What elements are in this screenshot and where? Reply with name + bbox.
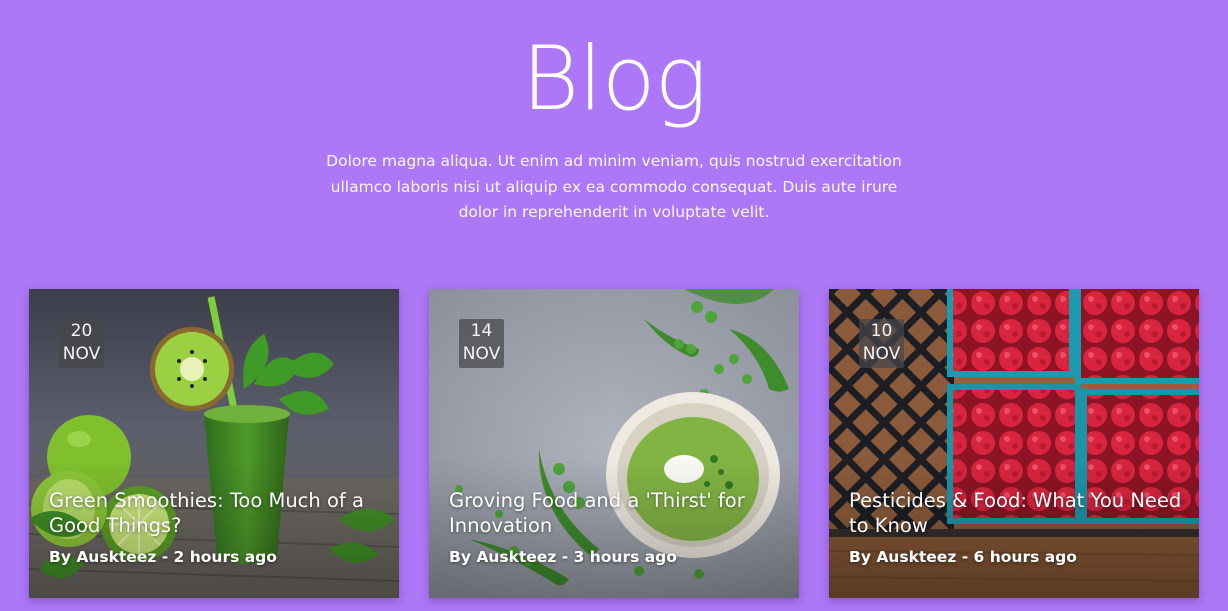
post-title-link[interactable]: Groving Food and a 'Thirst' for Innovati… [449, 488, 785, 538]
date-day: 14 [470, 321, 493, 341]
post-title-link[interactable]: Green Smoothies: Too Much of a Good Thin… [49, 488, 385, 538]
page-title: Blog [521, 27, 708, 130]
date-badge: 10 NOV [859, 319, 904, 368]
date-month: NOV [862, 344, 901, 364]
date-badge: 20 NOV [59, 319, 104, 368]
blog-card-groving-food[interactable]: 14 NOV Groving Food and a 'Thirst' for I… [429, 289, 799, 598]
date-day: 20 [70, 321, 93, 341]
post-meta: By Auskteez - 3 hours ago [449, 548, 677, 566]
date-day: 10 [870, 321, 893, 341]
date-month: NOV [462, 344, 501, 364]
post-meta: By Auskteez - 2 hours ago [49, 548, 277, 566]
date-badge: 14 NOV [459, 319, 504, 368]
blog-card-green-smoothies[interactable]: 20 NOV Green Smoothies: Too Much of a Go… [29, 289, 399, 598]
post-title-link[interactable]: Pesticides & Food: What You Need to Know [849, 488, 1185, 538]
blog-card-pesticides[interactable]: 10 NOV Pesticides & Food: What You Need … [829, 289, 1199, 598]
date-month: NOV [62, 344, 101, 364]
post-meta: By Auskteez - 6 hours ago [849, 548, 1077, 566]
intro-text: Dolore magna aliqua. Ut enim ad minim ve… [326, 152, 902, 221]
